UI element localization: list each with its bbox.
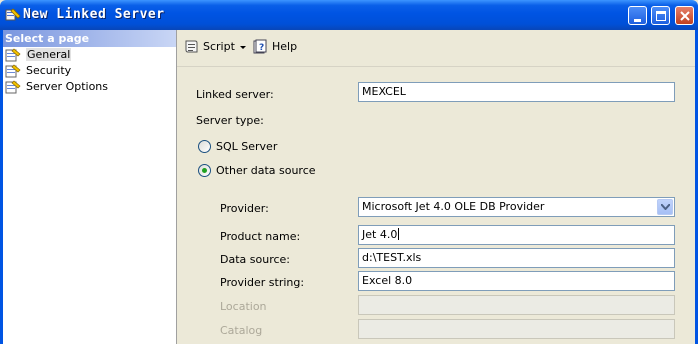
provider-select[interactable]: Microsoft Jet 4.0 OLE DB Provider [358,197,675,217]
help-label: Help [272,40,298,53]
product-name-input[interactable]: Jet 4.0 [358,225,675,245]
catalog-label: Catalog [220,324,263,337]
page-icon [5,48,21,62]
server-type-label: Server type: [196,114,264,127]
script-label: Script [203,40,235,53]
provider-string-input[interactable]: Excel 8.0 [358,271,675,291]
provider-value: Microsoft Jet 4.0 OLE DB Provider [362,200,545,213]
script-icon [183,39,199,55]
other-data-source-radio[interactable] [198,164,211,177]
data-source-label: Data source: [220,253,290,266]
page-item-label: Security [26,64,72,77]
chevron-down-icon[interactable] [657,199,673,215]
page-icon [5,64,21,78]
help-button[interactable]: ? Help [252,39,302,55]
page-item-label: General [26,48,72,61]
page-item-general[interactable]: General [3,47,176,63]
chevron-down-icon[interactable] [240,39,247,60]
location-input[interactable] [358,295,675,315]
sql-server-radio-label: SQL Server [216,140,278,153]
maximize-button[interactable] [651,6,670,25]
window-title: New Linked Server [23,7,165,22]
close-button[interactable] [675,6,694,25]
page-selector-pane: Select a page General Security Server Op… [3,30,177,344]
script-button[interactable]: Script [183,39,247,55]
product-name-label: Product name: [220,230,301,243]
text-caret [398,228,400,240]
linked-server-input[interactable]: MEXCEL [358,82,675,102]
linked-server-icon [5,8,21,22]
page-item-security[interactable]: Security [3,63,176,79]
minimize-button[interactable] [628,6,647,25]
page-item-server-options[interactable]: Server Options [3,79,176,95]
data-source-value: d:\TEST.xls [362,251,422,264]
radio-selected-dot [202,168,207,173]
page-icon [5,80,21,94]
data-source-input[interactable]: d:\TEST.xls [358,248,675,268]
select-page-header: Select a page [3,30,176,47]
other-data-source-radio-label: Other data source [216,164,316,177]
product-name-value: Jet 4.0 [362,228,398,241]
sql-server-radio[interactable] [198,140,211,153]
provider-string-value: Excel 8.0 [362,274,413,287]
title-bar[interactable]: New Linked Server [0,0,698,30]
page-item-label: Server Options [26,80,109,93]
help-icon: ? [252,39,268,55]
provider-string-label: Provider string: [220,276,305,289]
toolbar: Script ? Help [177,30,695,67]
linked-server-value: MEXCEL [362,85,406,98]
location-label: Location [220,300,267,313]
provider-label: Provider: [220,202,269,215]
catalog-input[interactable] [358,319,675,339]
linked-server-label: Linked server: [196,88,274,101]
general-page-content: Linked server: MEXCEL Server type: SQL S… [177,67,695,344]
svg-text:?: ? [259,43,264,53]
